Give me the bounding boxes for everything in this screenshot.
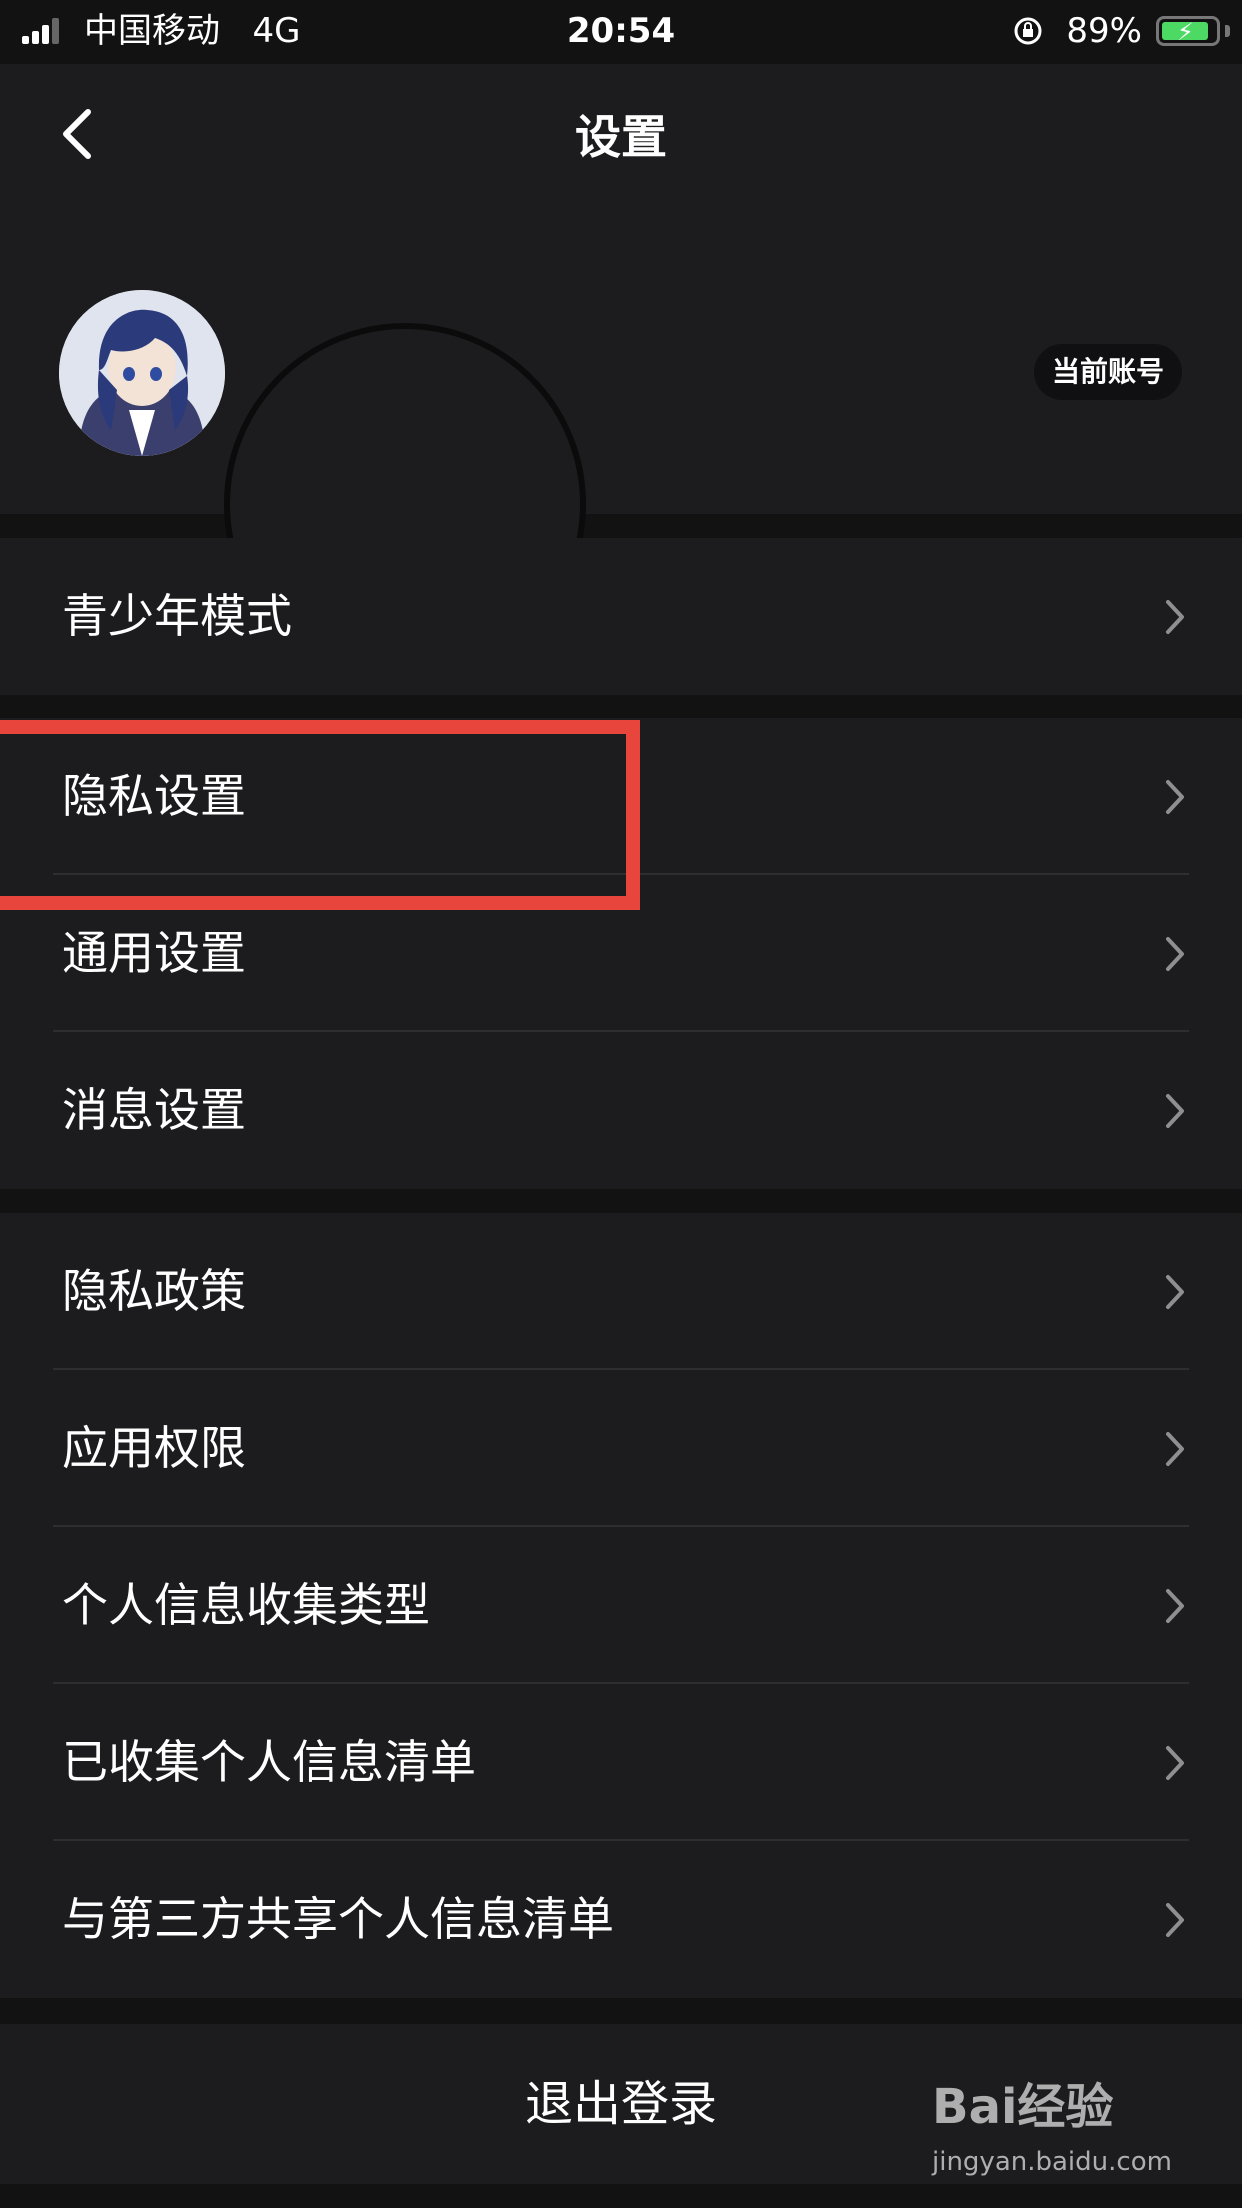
menu-item-youth-mode[interactable]: 青少年模式: [0, 538, 1242, 695]
chevron-right-icon: [1166, 1432, 1184, 1466]
chevron-right-icon: [1166, 1903, 1184, 1937]
menu-item-privacy-settings[interactable]: 隐私设置: [0, 718, 1242, 875]
chevron-right-icon: [1166, 1746, 1184, 1780]
page-title: 设置: [575, 110, 667, 164]
profile-card[interactable]: 023 当前账号: [0, 224, 1242, 685]
settings-group-general: 隐私设置 通用设置 消息设置: [0, 718, 1242, 1189]
battery-percent: 89%: [1066, 11, 1142, 51]
settings-group-youth: 青少年模式: [0, 538, 1242, 695]
menu-item-label: 隐私设置: [62, 769, 246, 823]
menu-item-collected-info-list[interactable]: 已收集个人信息清单: [0, 1684, 1242, 1841]
avatar-image: [59, 290, 225, 456]
watermark-logo: Bai经验: [932, 2079, 1114, 2135]
chevron-right-icon: [1166, 1275, 1184, 1309]
menu-item-label: 与第三方共享个人信息清单: [62, 1892, 614, 1946]
menu-item-privacy-policy[interactable]: 隐私政策: [0, 1213, 1242, 1370]
chevron-right-icon: [1166, 780, 1184, 814]
watermark-url: jingyan.baidu.com: [932, 2147, 1172, 2177]
status-time: 20:54: [566, 11, 676, 51]
menu-item-label: 消息设置: [62, 1083, 246, 1137]
chevron-right-icon: [1166, 1094, 1184, 1128]
menu-item-general-settings[interactable]: 通用设置: [0, 875, 1242, 1032]
battery-icon: ⚡: [1156, 16, 1220, 46]
chevron-right-icon: [1166, 1589, 1184, 1623]
chevron-right-icon: [1166, 600, 1184, 634]
chevron-right-icon: [1166, 937, 1184, 971]
avatar[interactable]: [59, 290, 225, 456]
charging-bolt-icon: ⚡: [1177, 18, 1194, 46]
menu-item-label: 已收集个人信息清单: [62, 1735, 476, 1789]
current-account-badge: 当前账号: [1033, 344, 1182, 400]
menu-item-message-settings[interactable]: 消息设置: [0, 1032, 1242, 1189]
settings-group-privacy: 隐私政策 应用权限 个人信息收集类型 已收集个人信息清单 与第三方共享个人信息清…: [0, 1213, 1242, 1998]
status-bar: 中国移动 4G 20:54 89% ⚡: [0, 0, 1242, 64]
menu-item-label: 隐私政策: [62, 1264, 246, 1318]
menu-item-label: 通用设置: [62, 926, 246, 980]
baidu-jingyan-watermark: Bai经验 jingyan.baidu.com: [932, 2072, 1172, 2192]
rotation-lock-icon: [1014, 17, 1042, 45]
battery-tip: [1225, 25, 1230, 37]
menu-item-app-permissions[interactable]: 应用权限: [0, 1370, 1242, 1527]
menu-item-label: 青少年模式: [62, 589, 292, 643]
nav-bar: 设置: [0, 64, 1242, 224]
menu-item-third-party-sharing-list[interactable]: 与第三方共享个人信息清单: [0, 1841, 1242, 1998]
menu-item-label: 应用权限: [62, 1421, 246, 1475]
menu-item-info-collection-types[interactable]: 个人信息收集类型: [0, 1527, 1242, 1684]
menu-item-label: 个人信息收集类型: [62, 1578, 430, 1632]
